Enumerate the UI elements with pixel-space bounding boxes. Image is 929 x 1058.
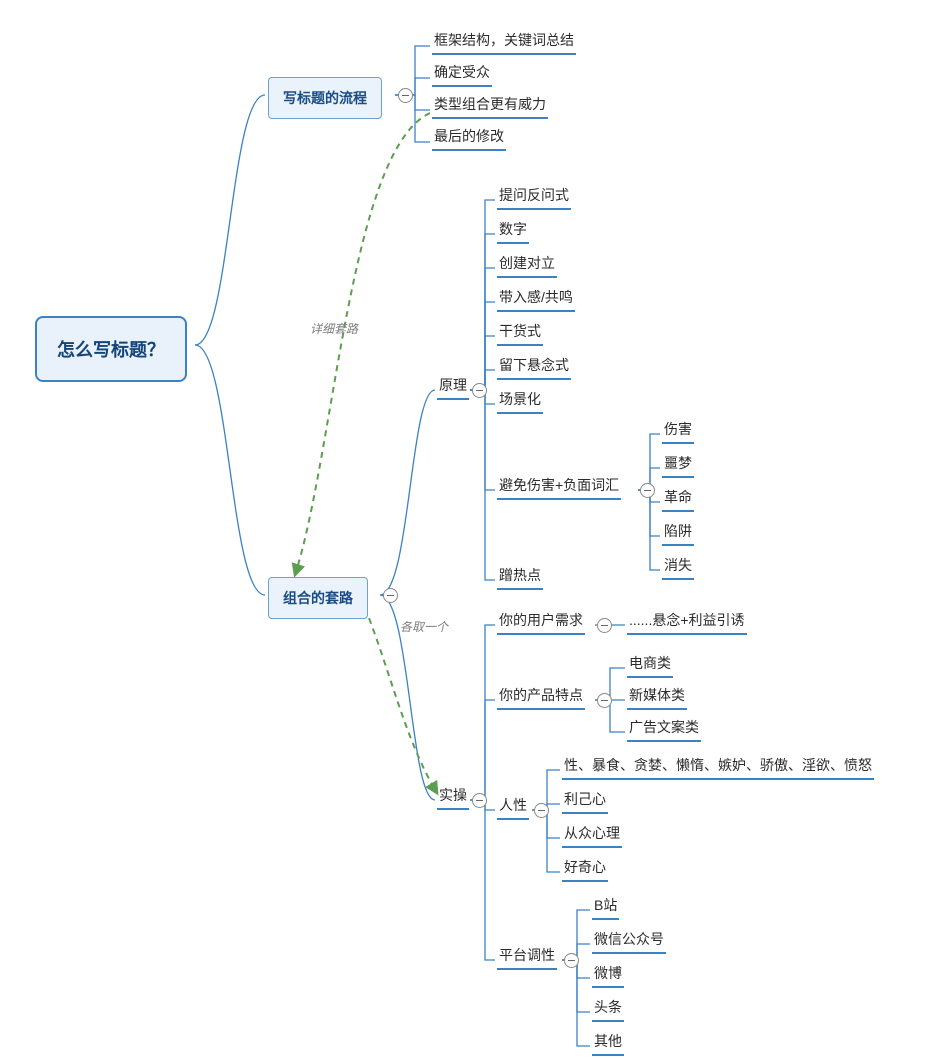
node-principle[interactable]: 原理 — [437, 373, 469, 400]
link-label-detail: 详细套路 — [310, 320, 358, 337]
toggle-icon[interactable] — [472, 793, 487, 808]
leaf-adcopy[interactable]: 广告文案类 — [627, 715, 701, 742]
leaf-scene[interactable]: 场景化 — [497, 387, 543, 414]
leaf-number[interactable]: 数字 — [497, 217, 529, 244]
leaf-trap[interactable]: 陷阱 — [662, 519, 694, 546]
leaf-question[interactable]: 提问反问式 — [497, 183, 571, 210]
toggle-icon[interactable] — [398, 88, 413, 103]
leaf-weibo[interactable]: 微博 — [592, 961, 624, 988]
leaf-toutiao[interactable]: 头条 — [592, 995, 624, 1022]
toggle-icon[interactable] — [640, 483, 655, 498]
node-platform-tone[interactable]: 平台调性 — [497, 943, 557, 970]
link-label-pick-one: 各取一个 — [400, 618, 448, 635]
leaf-curiosity[interactable]: 好奇心 — [562, 855, 608, 882]
toggle-icon[interactable] — [597, 693, 612, 708]
branch-process[interactable]: 写标题的流程 — [268, 77, 382, 119]
leaf-audience[interactable]: 确定受众 — [432, 60, 492, 87]
leaf-final-edit[interactable]: 最后的修改 — [432, 124, 506, 151]
leaf-trending[interactable]: 蹭热点 — [497, 563, 543, 590]
leaf-revolution[interactable]: 革命 — [662, 485, 694, 512]
leaf-newmedia[interactable]: 新媒体类 — [627, 683, 687, 710]
toggle-icon[interactable] — [597, 618, 612, 633]
leaf-herd[interactable]: 从众心理 — [562, 821, 622, 848]
leaf-vanish[interactable]: 消失 — [662, 553, 694, 580]
root-label: 怎么写标题？ — [57, 340, 165, 360]
leaf-resonance[interactable]: 带入感/共鸣 — [497, 285, 575, 312]
toggle-icon[interactable] — [534, 803, 549, 818]
leaf-dry-goods[interactable]: 干货式 — [497, 319, 543, 346]
leaf-suspense-benefit[interactable]: ......悬念+利益引诱 — [627, 608, 747, 635]
leaf-framework[interactable]: 框架结构，关键词总结 — [432, 28, 576, 55]
toggle-icon[interactable] — [564, 953, 579, 968]
leaf-opposition[interactable]: 创建对立 — [497, 251, 557, 278]
node-practice[interactable]: 实操 — [437, 783, 469, 810]
leaf-nightmare[interactable]: 噩梦 — [662, 451, 694, 478]
leaf-bilibili[interactable]: B站 — [592, 893, 619, 920]
node-product-feature[interactable]: 你的产品特点 — [497, 683, 585, 710]
root-node[interactable]: 怎么写标题？ — [35, 316, 187, 382]
leaf-seven-sins[interactable]: 性、暴食、贪婪、懒惰、嫉妒、骄傲、淫欲、愤怒 — [562, 753, 874, 780]
branch-patterns-label: 组合的套路 — [283, 590, 353, 606]
leaf-type-combo[interactable]: 类型组合更有威力 — [432, 92, 548, 119]
leaf-ecommerce[interactable]: 电商类 — [627, 651, 673, 678]
leaf-avoid-harm[interactable]: 避免伤害+负面词汇 — [497, 473, 621, 500]
node-human-nature[interactable]: 人性 — [497, 793, 529, 820]
toggle-icon[interactable] — [383, 588, 398, 603]
toggle-icon[interactable] — [472, 383, 487, 398]
branch-patterns[interactable]: 组合的套路 — [268, 577, 368, 619]
leaf-suspense[interactable]: 留下悬念式 — [497, 353, 571, 380]
leaf-wechat[interactable]: 微信公众号 — [592, 927, 666, 954]
leaf-selfish[interactable]: 利己心 — [562, 787, 608, 814]
leaf-harm[interactable]: 伤害 — [662, 417, 694, 444]
node-user-need[interactable]: 你的用户需求 — [497, 608, 585, 635]
leaf-other[interactable]: 其他 — [592, 1029, 624, 1056]
branch-process-label: 写标题的流程 — [283, 90, 367, 106]
